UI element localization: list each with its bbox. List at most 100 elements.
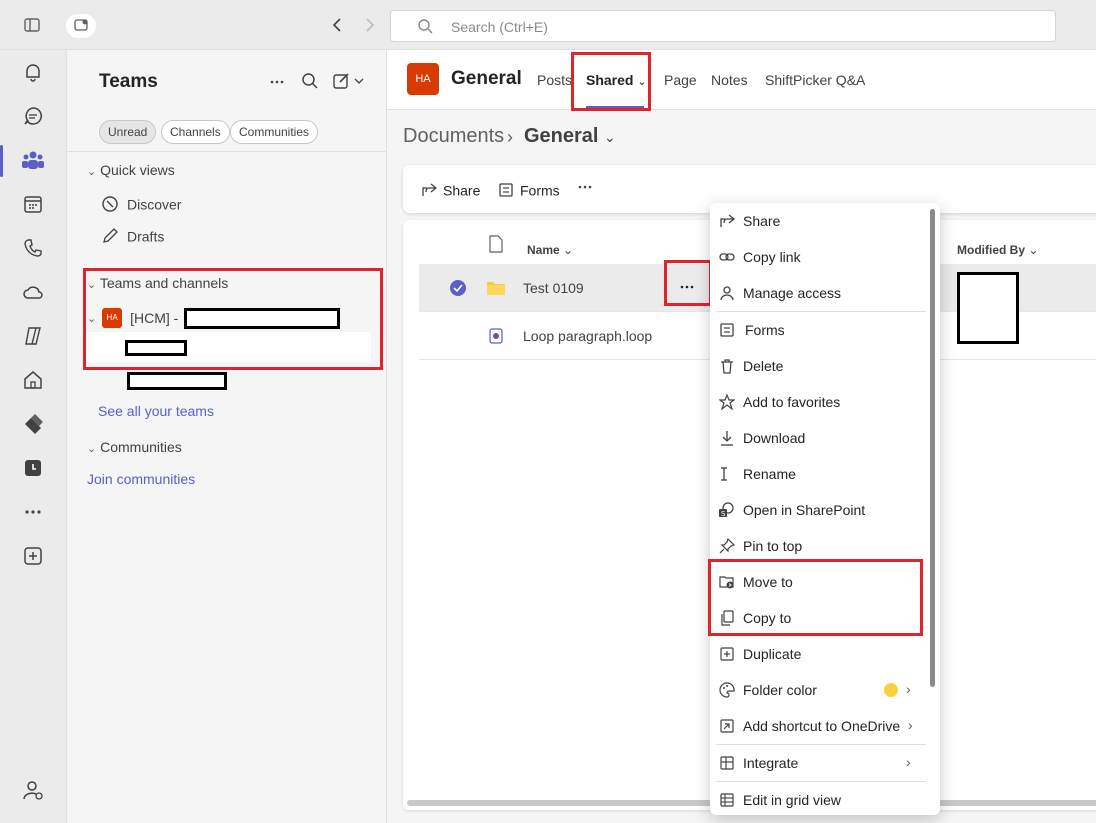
context-menu: Share Copy link Manage access Forms Dele… <box>708 203 940 818</box>
forms-command[interactable]: Forms <box>498 181 560 198</box>
tab-shared[interactable]: Shared ⌄ <box>586 72 647 88</box>
column-modified-by[interactable]: Modified By ⌄ <box>957 243 1038 257</box>
menu-item-folder-color[interactable]: Folder color › <box>710 672 940 708</box>
teams-icon[interactable] <box>21 148 45 172</box>
row-more-button[interactable] <box>664 264 712 310</box>
discover-item[interactable]: Discover <box>101 195 181 213</box>
tab-shiftpicker[interactable]: ShiftPicker Q&A <box>765 72 865 88</box>
search-icon <box>417 18 433 34</box>
filter-communities[interactable]: Communities <box>230 120 319 144</box>
activity-icon[interactable] <box>21 60 45 84</box>
search-input[interactable]: Search (Ctrl+E) <box>390 10 1056 42</box>
calls-icon[interactable] <box>21 236 45 260</box>
menu-item-share[interactable]: Share <box>710 203 940 239</box>
see-all-teams-link[interactable]: See all your teams <box>98 403 214 419</box>
menu-item-add-to-favorites[interactable]: Add to favorites <box>710 384 940 420</box>
forms-command-label: Forms <box>520 182 560 199</box>
calendar-icon[interactable] <box>21 192 45 216</box>
menu-item-copy-link[interactable]: Copy link <box>710 239 940 275</box>
menu-item-add-shortcut[interactable]: Add shortcut to OneDrive › <box>710 708 940 744</box>
menu-label: Download <box>743 430 806 446</box>
drafts-item[interactable]: Drafts <box>101 227 164 245</box>
onedrive-icon[interactable] <box>21 280 45 304</box>
join-communities-link[interactable]: Join communities <box>87 471 195 487</box>
column-name[interactable]: Name ⌄ <box>527 243 573 257</box>
more-commands-icon[interactable] <box>577 179 593 195</box>
team-item-hcm[interactable]: ⌄ HA [HCM] - <box>87 308 178 328</box>
shifts-icon[interactable] <box>21 456 45 480</box>
pencil-icon <box>101 227 119 245</box>
row-name[interactable]: Test 0109 <box>523 280 584 296</box>
team-name: [HCM] - <box>130 310 179 326</box>
compose-icon[interactable] <box>333 72 367 90</box>
filter-unread[interactable]: Unread <box>99 120 157 144</box>
copy-icon <box>718 609 736 627</box>
menu-item-move-to[interactable]: Move to <box>710 564 940 600</box>
menu-scrollbar[interactable] <box>930 209 935 687</box>
menu-item-forms[interactable]: Forms <box>710 312 940 348</box>
share-icon <box>718 212 736 230</box>
link-icon <box>718 248 736 266</box>
profile-pill[interactable] <box>66 14 96 38</box>
teams-pane: Teams Unread Channels Communities ⌄ Quic… <box>67 50 387 823</box>
download-icon <box>718 429 736 447</box>
chat-icon[interactable] <box>21 104 45 128</box>
chevron-down-icon: ⌄ <box>87 279 97 291</box>
menu-item-copy-to[interactable]: Copy to <box>710 600 940 636</box>
more-apps-icon[interactable] <box>21 500 45 524</box>
pin-icon <box>718 537 736 555</box>
filter-channels[interactable]: Channels <box>161 120 230 144</box>
selected-check-icon[interactable] <box>449 279 467 297</box>
chevron-right-icon: › <box>906 681 911 697</box>
forward-icon[interactable] <box>363 15 377 35</box>
quick-views-header[interactable]: ⌄ Quick views <box>87 162 175 178</box>
menu-item-download[interactable]: Download <box>710 420 940 456</box>
menu-label: Add shortcut to OneDrive <box>743 718 901 734</box>
menu-item-open-in-sharepoint[interactable]: S Open in SharePoint <box>710 492 940 528</box>
menu-item-edit-in-grid-view[interactable]: Edit in grid view <box>710 782 940 818</box>
communities-header[interactable]: ⌄ Communities <box>87 439 182 455</box>
home-icon[interactable] <box>21 368 45 392</box>
chevron-right-icon: › <box>908 717 913 733</box>
grid-icon <box>718 791 736 809</box>
palette-icon <box>718 681 736 699</box>
tab-posts[interactable]: Posts <box>537 72 572 88</box>
menu-item-duplicate[interactable]: Duplicate <box>710 636 940 672</box>
row-name[interactable]: Loop paragraph.loop <box>523 328 652 344</box>
share-command-label: Share <box>443 182 481 199</box>
communities-label: Communities <box>100 439 182 455</box>
pane-title: Teams <box>99 71 158 92</box>
chevron-down-icon: ⌄ <box>87 166 97 178</box>
file-type-icon <box>489 235 503 253</box>
back-icon[interactable] <box>330 15 344 35</box>
copilot-icon[interactable] <box>21 324 45 348</box>
menu-label: Edit in grid view <box>743 792 842 808</box>
teams-and-channels-label: Teams and channels <box>99 275 229 291</box>
planner-icon[interactable] <box>21 412 45 436</box>
add-apps-icon[interactable] <box>21 544 45 568</box>
breadcrumb-documents[interactable]: Documents <box>403 125 504 148</box>
chevron-down-icon: ⌄ <box>604 129 616 145</box>
menu-item-delete[interactable]: Delete <box>710 348 940 384</box>
search-icon[interactable] <box>301 72 319 90</box>
search-placeholder: Search (Ctrl+E) <box>451 19 548 35</box>
menu-item-rename[interactable]: Rename <box>710 456 940 492</box>
share-command[interactable]: Share <box>421 181 480 198</box>
teams-and-channels-header[interactable]: ⌄ Teams and channels <box>87 275 228 291</box>
app-rail <box>0 50 67 823</box>
menu-item-manage-access[interactable]: Manage access <box>710 275 940 311</box>
folder-color-swatch <box>884 683 898 697</box>
more-options-icon[interactable] <box>269 74 285 90</box>
user-settings-icon[interactable] <box>21 778 45 802</box>
menu-item-integrate[interactable]: Integrate › <box>710 745 940 781</box>
tab-notes[interactable]: Notes <box>711 72 748 88</box>
menu-label: Forms <box>745 322 785 338</box>
breadcrumb-general[interactable]: General ⌄ <box>524 125 616 148</box>
menu-label: Share <box>743 213 781 229</box>
menu-item-pin-to-top[interactable]: Pin to top <box>710 528 940 564</box>
menu-label: Move to <box>743 574 793 590</box>
tab-page[interactable]: Page <box>664 72 697 88</box>
team-avatar: HA <box>102 308 123 328</box>
title-bar: Search (Ctrl+E) <box>0 0 1096 50</box>
sidebar-toggle-icon[interactable] <box>24 18 40 32</box>
